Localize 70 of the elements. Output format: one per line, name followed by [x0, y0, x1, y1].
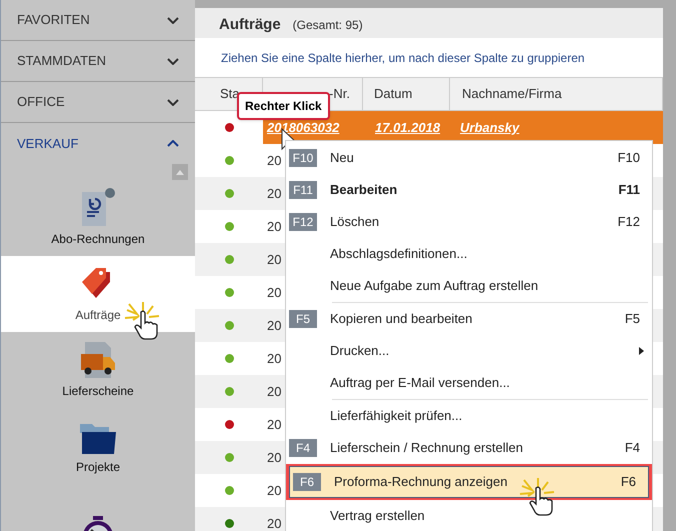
- table-cell: 20: [267, 516, 282, 531]
- key-badge: F6: [293, 473, 321, 492]
- triangle-up-icon: [176, 170, 184, 174]
- chevron-down-icon: [167, 58, 179, 64]
- tooltip: Rechter Klick: [237, 92, 330, 120]
- table-cell: 20: [267, 450, 282, 465]
- menu-item[interactable]: Auftrag per E-Mail versenden...: [286, 367, 652, 399]
- menu-item-label: Abschlagsdefinitionen...: [330, 245, 468, 264]
- column-header[interactable]: Datum: [363, 78, 450, 110]
- menu-item-label: Drucken...: [330, 342, 390, 360]
- table-cell: 20: [267, 252, 282, 267]
- shortcut-text: F11: [618, 181, 641, 200]
- table-cell: 20: [267, 284, 282, 300]
- menu-item[interactable]: F6 Proforma-Rechnung anzeigen F6: [289, 466, 649, 498]
- menu-item-label: Löschen: [330, 213, 380, 232]
- table-cell-text: Urbansky: [459, 118, 520, 137]
- menu-item[interactable]: Lieferfähigkeit prüfen...: [286, 400, 652, 432]
- table-cell-text: 17.01.2018: [374, 118, 442, 137]
- menu-item-label: Lieferfähigkeit prüfen...: [330, 407, 464, 426]
- menu-item[interactable]: Drucken...: [286, 335, 652, 367]
- menu-item-label: Kopieren und bearbeiten: [330, 310, 474, 328]
- table-cell: 20: [267, 416, 282, 432]
- key-badge: F12: [289, 213, 317, 232]
- table-cell: 20: [267, 482, 282, 498]
- menu-item-label: Auftrag per E-Mail versenden...: [330, 374, 511, 392]
- menu-item-label: Lieferschein / Rechnung erstellen: [330, 439, 524, 458]
- menu-item[interactable]: F11 Bearbeiten F11: [286, 174, 652, 206]
- table-cell: 2018063032: [267, 120, 340, 135]
- menu-item[interactable]: F10 Neu F10: [286, 142, 652, 174]
- key-badge: F10: [289, 149, 317, 168]
- menu-item-label: Bearbeiten: [330, 181, 398, 200]
- chevron-down-icon: [167, 98, 179, 106]
- key-badge: F11: [289, 181, 317, 200]
- menu-item[interactable]: F12 Löschen F12: [286, 206, 652, 238]
- document-icon: [80, 188, 116, 226]
- column-header[interactable]: Nachname/Firma: [450, 78, 663, 110]
- sidebar-item[interactable]: Projekte: [1, 408, 195, 484]
- shortcut-text: F4: [624, 439, 641, 458]
- menu-item[interactable]: Abschlagsdefinitionen...: [286, 238, 652, 270]
- table-cell: 20: [267, 152, 282, 168]
- table-cell: 20: [267, 384, 282, 399]
- menu-item-label: Neu: [330, 149, 355, 168]
- menu-item-label: Vertrag erstellen: [330, 507, 426, 526]
- shortcut-text: F6: [620, 473, 637, 492]
- submenu-arrow-icon: [639, 347, 644, 355]
- chevron-up-icon: [167, 140, 179, 147]
- key-badge: F4: [289, 439, 317, 458]
- menu-item[interactable]: Neue Aufgabe zum Auftrag erstellen: [286, 270, 652, 302]
- menu-item[interactable]: F4 Lieferschein / Rechnung erstellen F4: [286, 432, 652, 464]
- menu-item[interactable]: F5 Kopieren und bearbeiten F5: [286, 303, 652, 335]
- shortcut-text: F12: [618, 213, 641, 232]
- folder-icon: [80, 424, 116, 454]
- menu-item[interactable]: Vertrag erstellen: [286, 500, 652, 531]
- sidebar-item[interactable]: Abo-Rechnungen: [1, 180, 195, 256]
- truck-icon: [81, 342, 115, 378]
- scroll-up-button[interactable]: [172, 164, 188, 180]
- shortcut-text: F5: [624, 310, 641, 328]
- sidebar-section[interactable]: VERKAUF: [1, 123, 195, 164]
- shortcut-text: F10: [618, 149, 641, 168]
- sidebar-item[interactable]: Lieferscheine: [1, 332, 195, 408]
- menu-item-label: Neue Aufgabe zum Auftrag erstellen: [330, 277, 540, 296]
- header-bar: Aufträge (Gesamt: 95): [195, 8, 663, 38]
- chevron-down-icon: [167, 16, 179, 24]
- table-cell: 20: [267, 186, 282, 201]
- table-cell: 20: [267, 218, 282, 234]
- table-cell: 20: [267, 318, 282, 333]
- menu-item-label: Proforma-Rechnung anzeigen: [334, 473, 508, 492]
- key-badge: F5: [289, 310, 317, 328]
- table-cell: 20: [267, 350, 282, 366]
- group-hint: Ziehen Sie eine Spalte hierher, um nach dieser Spalte zu gruppieren: [221, 50, 585, 66]
